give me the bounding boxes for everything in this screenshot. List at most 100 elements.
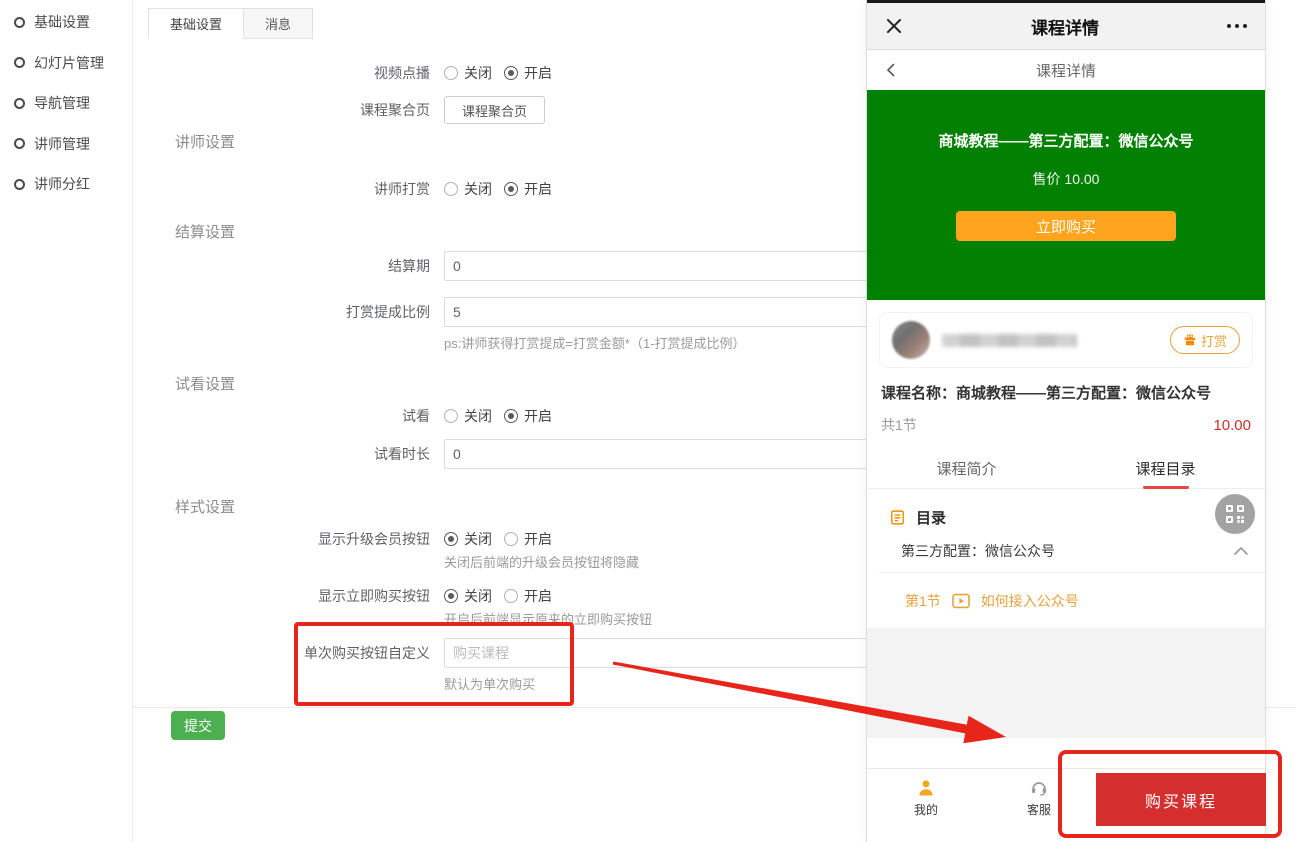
- radio-icon-checked[interactable]: [504, 66, 518, 80]
- field-label: 显示升级会员按钮: [133, 529, 430, 549]
- course-banner: 商城教程——第三方配置：微信公众号 售价 10.00 立即购买: [867, 90, 1265, 300]
- radio-icon-checked[interactable]: [444, 532, 458, 546]
- tab-service-label: 客服: [1027, 801, 1051, 818]
- radio-option-off[interactable]: 关闭: [444, 179, 492, 199]
- circle-bullet-icon: [14, 138, 25, 149]
- sidebar: 基础设置 幻灯片管理 导航管理 讲师管理 讲师分红: [0, 0, 133, 842]
- tab-mine[interactable]: 我的: [896, 778, 956, 818]
- field-label: 单次购买按钮自定义: [133, 638, 430, 668]
- section-settlement-settings: 结算设置: [175, 221, 235, 242]
- radio-option-on[interactable]: 开启: [504, 63, 552, 83]
- admin-tabs: 基础设置 消息: [148, 8, 313, 39]
- tab-course-intro[interactable]: 课程简介: [867, 449, 1066, 488]
- close-icon[interactable]: [885, 17, 903, 35]
- field-label: 显示立即购买按钮: [133, 586, 430, 606]
- radio-option-off[interactable]: 关闭: [444, 529, 492, 549]
- chapter-name: 第三方配置：微信公众号: [901, 541, 1233, 561]
- radio-option-on[interactable]: 开启: [504, 406, 552, 426]
- page-navbar: 课程详情: [867, 50, 1265, 90]
- aggregation-page-button[interactable]: 课程聚合页: [444, 96, 545, 124]
- wechat-titlebar: 课程详情: [867, 3, 1265, 50]
- radio-icon[interactable]: [504, 532, 518, 546]
- catalog-title: 目录: [916, 507, 946, 528]
- catalog-doc-icon: [889, 509, 906, 526]
- sidebar-item-label: 讲师管理: [34, 134, 90, 154]
- radio-label: 关闭: [464, 63, 492, 83]
- sidebar-item-navigation[interactable]: 导航管理: [0, 83, 132, 124]
- mobile-preview: 课程详情 课程详情 商城教程——第三方配置：微信公众号 售价 10.00 立即购…: [866, 0, 1266, 842]
- lesson-row[interactable]: 第1节 如何接入公众号: [867, 573, 1265, 628]
- lesson-title: 如何接入公众号: [981, 591, 1079, 611]
- section-trial-settings: 试看设置: [175, 373, 235, 394]
- radio-option-off[interactable]: 关闭: [444, 406, 492, 426]
- section-tutor-settings: 讲师设置: [175, 131, 235, 152]
- tab-messages[interactable]: 消息: [244, 8, 313, 39]
- sidebar-item-label: 导航管理: [34, 93, 90, 113]
- page: 基础设置 幻灯片管理 导航管理 讲师管理 讲师分红 基础设置 消息 视频点播: [0, 0, 1296, 842]
- back-icon[interactable]: [883, 62, 899, 78]
- tab-basic-settings[interactable]: 基础设置: [148, 8, 244, 39]
- circle-bullet-icon: [14, 17, 25, 28]
- reward-button-label: 打赏: [1201, 331, 1227, 350]
- radio-option-on[interactable]: 开启: [504, 529, 552, 549]
- radio-icon[interactable]: [444, 182, 458, 196]
- video-icon: [951, 593, 971, 609]
- radio-option-off[interactable]: 关闭: [444, 63, 492, 83]
- course-price: 10.00: [1213, 417, 1251, 434]
- radio-label: 关闭: [464, 406, 492, 426]
- radio-icon[interactable]: [504, 589, 518, 603]
- settle-period-input[interactable]: [444, 251, 904, 281]
- headset-icon: [1029, 778, 1049, 798]
- content-background: [867, 628, 1265, 738]
- circle-bullet-icon: [14, 179, 25, 190]
- submit-button[interactable]: 提交: [171, 711, 225, 740]
- field-label: 打赏提成比例: [133, 297, 430, 327]
- radio-option-off[interactable]: 关闭: [444, 586, 492, 606]
- chapter-row[interactable]: 第三方配置：微信公众号: [879, 529, 1265, 573]
- sidebar-item-tutor-dividend[interactable]: 讲师分红: [0, 164, 132, 205]
- course-tabs: 课程简介 课程目录: [867, 449, 1265, 489]
- field-label: 视频点播: [133, 63, 430, 83]
- qr-code-icon[interactable]: [1215, 494, 1255, 534]
- radio-icon-checked[interactable]: [504, 409, 518, 423]
- gift-icon: [1183, 333, 1197, 347]
- page-title: 课程详情: [899, 60, 1233, 81]
- field-label: 课程聚合页: [133, 96, 430, 124]
- single-buy-custom-input[interactable]: [444, 638, 904, 668]
- sidebar-item-label: 幻灯片管理: [34, 53, 104, 73]
- radio-icon[interactable]: [444, 409, 458, 423]
- bottom-tabbar: 我的 客服 购买课程: [867, 768, 1265, 842]
- radio-option-on[interactable]: 开启: [504, 586, 552, 606]
- tutor-card: 打赏: [879, 312, 1253, 368]
- person-icon: [916, 778, 936, 798]
- sidebar-item-label: 基础设置: [34, 12, 90, 32]
- reward-button[interactable]: 打赏: [1170, 326, 1240, 354]
- radio-label: 关闭: [464, 586, 492, 606]
- field-label: 讲师打赏: [133, 179, 430, 199]
- radio-icon-checked[interactable]: [444, 589, 458, 603]
- reward-ratio-input[interactable]: [444, 297, 904, 327]
- chevron-up-icon[interactable]: [1233, 546, 1249, 556]
- radio-icon[interactable]: [444, 66, 458, 80]
- tab-customer-service[interactable]: 客服: [1009, 778, 1069, 818]
- sidebar-item-slides[interactable]: 幻灯片管理: [0, 43, 132, 84]
- banner-course-title: 商城教程——第三方配置：微信公众号: [867, 130, 1265, 151]
- sidebar-item-basic-settings[interactable]: 基础设置: [0, 2, 132, 43]
- tab-mine-label: 我的: [914, 801, 938, 818]
- tab-course-catalog[interactable]: 课程目录: [1066, 449, 1265, 488]
- more-icon[interactable]: [1227, 24, 1247, 28]
- radio-option-on[interactable]: 开启: [504, 179, 552, 199]
- sidebar-item-label: 讲师分红: [34, 174, 90, 194]
- field-hint: ps:讲师获得打赏提成=打赏金额*（1-打赏提成比例）: [444, 333, 904, 352]
- field-hint: 关闭后前端的升级会员按钮将隐藏: [444, 552, 639, 571]
- titlebar-title: 课程详情: [903, 14, 1227, 39]
- buy-course-button[interactable]: 购买课程: [1096, 773, 1266, 826]
- trial-duration-input[interactable]: [444, 439, 904, 469]
- buy-now-button[interactable]: 立即购买: [956, 211, 1176, 241]
- course-meta: 共1节 10.00: [881, 415, 1251, 435]
- catalog-header: 目录: [867, 489, 1265, 529]
- avatar: [892, 321, 930, 359]
- course-name: 课程名称：商城教程——第三方配置：微信公众号: [881, 382, 1251, 403]
- sidebar-item-tutor-management[interactable]: 讲师管理: [0, 124, 132, 165]
- radio-icon-checked[interactable]: [504, 182, 518, 196]
